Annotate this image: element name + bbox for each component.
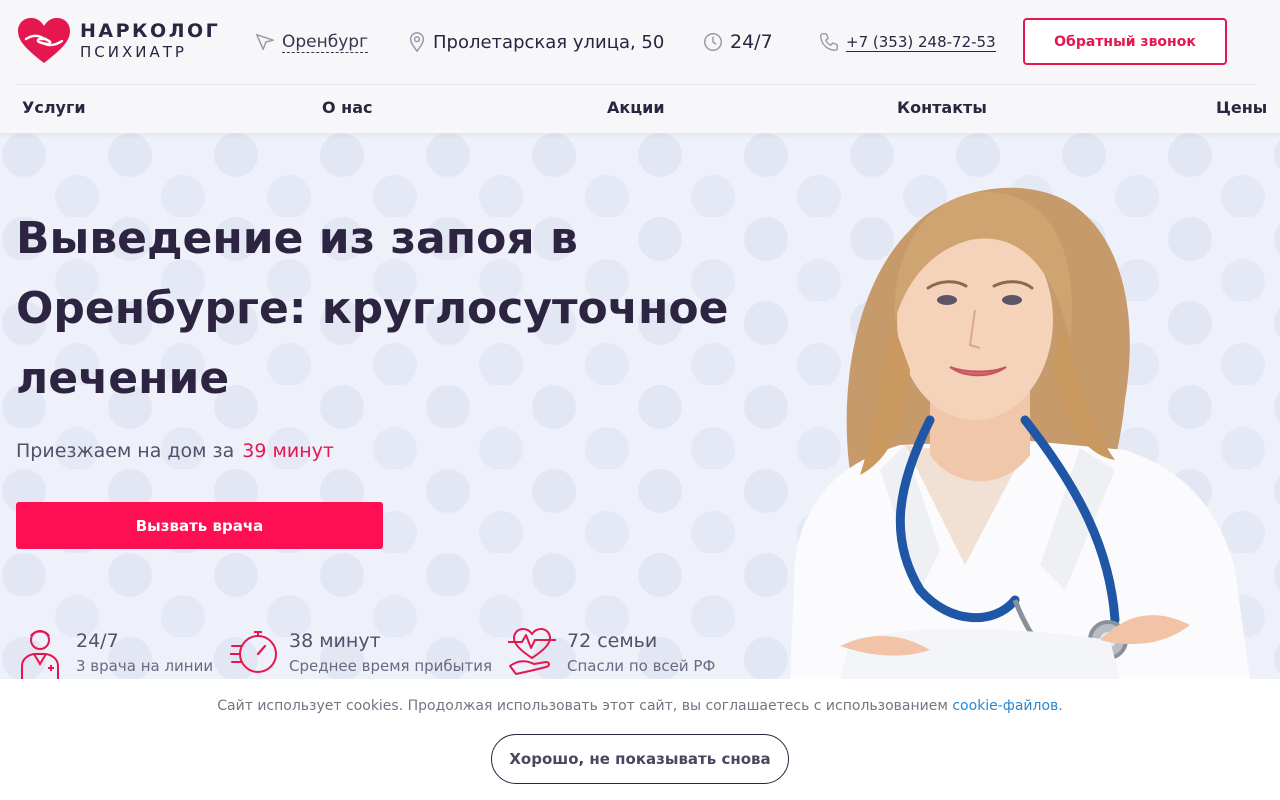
nav-item-services[interactable]: Услуги bbox=[22, 98, 86, 117]
nav-item-prices[interactable]: Цены bbox=[1216, 98, 1267, 117]
stat-label: Среднее время прибытия bbox=[289, 657, 493, 675]
phone-block[interactable]: +7 (353) 248-72-53 bbox=[818, 30, 996, 54]
navigation-arrow-icon bbox=[256, 33, 274, 51]
cookie-accept-button[interactable]: Хорошо, не показывать снова bbox=[491, 734, 789, 784]
logo-subtitle: ПСИХИАТР bbox=[80, 43, 187, 61]
doctor-photo bbox=[790, 187, 1250, 679]
hero-title: Выведение из запоя в Оренбурге: круглосу… bbox=[16, 213, 729, 404]
doctor-icon bbox=[21, 630, 59, 682]
call-doctor-button[interactable]: Вызвать врача bbox=[16, 502, 383, 549]
stat-doctors-online: 24/7 3 врача на линии bbox=[18, 626, 218, 682]
arrival-time-highlight: 39 минут bbox=[242, 440, 334, 462]
nav-item-promotions[interactable]: Акции bbox=[607, 98, 665, 117]
logo[interactable]: НАРКОЛОГ ПСИХИАТР bbox=[16, 17, 218, 65]
stat-value: 24/7 bbox=[76, 630, 119, 652]
cookie-banner: Сайт использует cookies. Продолжая испол… bbox=[0, 679, 1280, 800]
city-selector[interactable]: Оренбург bbox=[254, 30, 369, 54]
nav-item-about[interactable]: О нас bbox=[322, 98, 373, 117]
map-pin-icon bbox=[409, 32, 425, 53]
hours-block: 24/7 bbox=[702, 30, 773, 54]
callback-button[interactable]: Обратный звонок bbox=[1023, 18, 1227, 65]
stat-label: Спасли по всей РФ bbox=[567, 657, 716, 675]
top-bar: НАРКОЛОГ ПСИХИАТР Оренбург Пролетарская … bbox=[0, 0, 1280, 84]
city-link[interactable]: Оренбург bbox=[282, 32, 369, 53]
hours-text: 24/7 bbox=[730, 31, 773, 53]
cookie-message-end: . bbox=[1058, 698, 1063, 714]
site-header: НАРКОЛОГ ПСИХИАТР Оренбург Пролетарская … bbox=[0, 0, 1280, 133]
cookie-message: Сайт использует cookies. Продолжая испол… bbox=[217, 698, 953, 714]
hero-subtitle: Приезжаем на дом за 39 минут bbox=[16, 440, 334, 462]
heart-hands-logo-icon bbox=[18, 18, 70, 63]
address-block: Пролетарская улица, 50 bbox=[407, 30, 664, 54]
phone-icon bbox=[820, 33, 838, 51]
stat-value: 38 минут bbox=[289, 630, 381, 652]
heart-hand-icon bbox=[508, 627, 556, 675]
stopwatch-icon bbox=[230, 631, 277, 673]
nav-item-contacts[interactable]: Контакты bbox=[897, 98, 987, 117]
logo-title: НАРКОЛОГ bbox=[80, 20, 221, 42]
stat-label: 3 врача на линии bbox=[76, 657, 214, 675]
address-text: Пролетарская улица, 50 bbox=[433, 31, 665, 53]
header-divider bbox=[16, 84, 1256, 85]
stat-arrival-time: 38 минут Среднее время прибытия bbox=[230, 626, 500, 682]
cookie-text: Сайт использует cookies. Продолжая испол… bbox=[0, 698, 1280, 714]
phone-link[interactable]: +7 (353) 248-72-53 bbox=[846, 33, 996, 52]
hero-subtitle-text: Приезжаем на дом за bbox=[16, 440, 235, 462]
stat-value: 72 семьи bbox=[567, 630, 658, 652]
cookie-policy-link[interactable]: cookie-файлов bbox=[952, 698, 1058, 714]
clock-icon bbox=[704, 33, 722, 51]
stat-families-saved: 72 семьи Спасли по всей РФ bbox=[506, 626, 746, 682]
